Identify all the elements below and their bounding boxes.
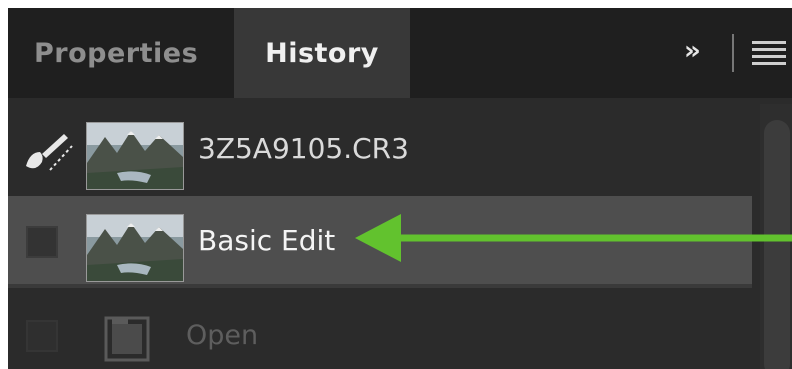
history-checkbox[interactable] (26, 320, 58, 352)
expand-panels-icon[interactable]: » (684, 36, 701, 66)
history-item-label: Basic Edit (198, 224, 336, 257)
panel-tab-bar: Properties History » (8, 8, 792, 98)
header-divider (732, 34, 734, 72)
annotation-arrow (355, 214, 792, 262)
history-item-label: 3Z5A9105.CR3 (198, 132, 409, 165)
photo-thumbnail (86, 214, 184, 282)
history-item-dimmed[interactable]: Open (8, 292, 752, 369)
row-separator (8, 284, 752, 288)
hamburger-menu-icon[interactable] (752, 41, 786, 65)
history-item-source[interactable]: 3Z5A9105.CR3 (8, 104, 752, 196)
history-item-label: Open (186, 320, 259, 351)
history-brush-icon[interactable] (20, 126, 76, 176)
folder-icon (104, 316, 150, 362)
tab-properties[interactable]: Properties (34, 8, 198, 98)
history-checkbox[interactable] (26, 226, 58, 258)
tab-history[interactable]: History (234, 8, 410, 98)
photo-thumbnail (86, 122, 184, 190)
history-panel: Properties History » 3Z5A9105.CR3 Basic … (8, 8, 792, 369)
